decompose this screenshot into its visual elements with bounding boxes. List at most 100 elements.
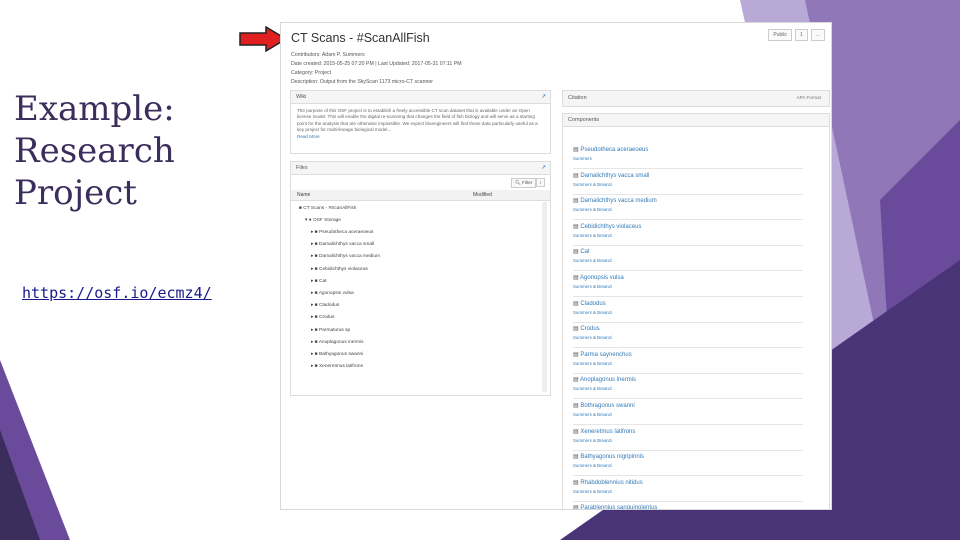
component-contributors[interactable]: Summers & Breanzi: [573, 361, 612, 366]
osf-link[interactable]: https://osf.io/ecmz4/: [22, 284, 212, 302]
component-name[interactable]: ▤ Damalichthys vacca medium: [573, 197, 657, 204]
read-more-link[interactable]: Read More: [297, 134, 544, 140]
component-item[interactable]: ▤ Cat Summers & Breanzi: [573, 246, 803, 272]
component-contributors[interactable]: Summers & Breanzi: [573, 386, 612, 391]
folder-row[interactable]: ▸ ■ Crodus: [311, 315, 334, 320]
info-icon[interactable]: i: [536, 178, 546, 187]
component-contributors[interactable]: Summers & Breanzi: [573, 335, 612, 340]
folder-row[interactable]: ▸ ■ Cebidichthys violaceus: [311, 267, 368, 272]
component-item[interactable]: ▤ Pseudotheca aceraeoeus Summers: [573, 144, 803, 169]
component-contributors[interactable]: Summers & Breanzi: [573, 233, 612, 238]
component-name[interactable]: ▤ Xeneretmus latifrons: [573, 428, 635, 435]
component-title: Rhabdoblennius nitidus: [580, 479, 643, 486]
component-contributors[interactable]: Summers & Breanzi: [573, 182, 612, 187]
component-name[interactable]: ▤ Cladodus: [573, 300, 606, 307]
folder-row[interactable]: ▸ ■ Damalichthys vacca small: [311, 242, 374, 247]
files-header: Files ↗: [291, 162, 550, 175]
component-contributors[interactable]: Summers & Breanzi: [573, 438, 612, 443]
component-name[interactable]: ▤ Anoplagonus inermis: [573, 376, 636, 383]
component-item[interactable]: ▤ Cladodus Summers & Breanzi: [573, 298, 803, 323]
component-item[interactable]: ▤ Damalichthys vacca medium Summers & Bre…: [573, 195, 803, 221]
component-name[interactable]: ▤ Bathyagonus nigripinnis: [573, 453, 644, 460]
folder-icon: ▸ ■: [311, 315, 319, 321]
component-name[interactable]: ▤ Cat: [573, 248, 590, 255]
component-name[interactable]: ▤ Crodus: [573, 325, 600, 332]
project-icon: ▤: [573, 377, 581, 384]
folder-name: Xeneretmus latifrons: [318, 364, 363, 370]
component-contributors[interactable]: Summers & Breanzi: [573, 207, 612, 212]
component-contributors[interactable]: Summers & Breanzi: [573, 463, 612, 468]
folder-row[interactable]: ▸ ■ Anoplagonus inermis: [311, 340, 364, 345]
component-item[interactable]: ▤ Agonopsis vulsa Summers & Breanzi: [573, 272, 803, 297]
external-link-icon[interactable]: ↗: [541, 91, 546, 103]
component-name[interactable]: ▤ Agonopsis vulsa: [573, 274, 624, 281]
component-item[interactable]: ▤ Parablennius sanguinolentus: [573, 502, 803, 509]
files-panel: Files ↗ 🔍︎ Filter i Name Modified ■ CT S…: [290, 161, 551, 396]
fork-button[interactable]: 1: [795, 29, 808, 41]
folder-row[interactable]: ▸ ■ Bathyagonus swanni: [311, 352, 363, 357]
citation-style[interactable]: APA Format: [797, 95, 821, 100]
component-contributors[interactable]: Summers & Breanzi: [573, 412, 612, 417]
component-title: Pseudotheca aceraeoeus: [580, 147, 649, 153]
component-name[interactable]: ▤ Damalichthys vacca small: [573, 172, 649, 179]
folder-row[interactable]: ▸ ■ Cladodus: [311, 303, 339, 308]
name-column[interactable]: Name: [297, 192, 310, 198]
folder-name: Anoplagonus inermis: [318, 339, 364, 345]
folder-icon: ▸ ■: [311, 352, 319, 357]
component-title: Cebidichthys violaceus: [580, 223, 642, 230]
component-name[interactable]: ▤ Rhabdoblennius nitidus: [573, 479, 643, 486]
component-item[interactable]: ▤ Xeneretmus latifrons Summers & Breanzi: [573, 426, 803, 451]
component-contributors[interactable]: Summers & Breanzi: [573, 310, 612, 315]
component-title: Parma saynenchus: [580, 351, 632, 358]
component-contributors[interactable]: Summers: [573, 156, 592, 161]
files-scrollbar[interactable]: [542, 202, 547, 392]
meta-description: Description: Output from the SkyScan 117…: [291, 79, 433, 85]
external-link-icon[interactable]: ↗: [541, 162, 546, 174]
components-header: Components: [563, 114, 829, 127]
component-contributors[interactable]: Summers & Breanzi: [573, 284, 612, 289]
citation-heading: Citation: [568, 95, 587, 101]
files-column-header: Name Modified: [291, 190, 550, 201]
files-root-row[interactable]: ■ CT Scans - #ScanAllFish: [299, 206, 356, 211]
component-name[interactable]: ▤ Parablennius sanguinolentus: [573, 504, 657, 509]
folder-row[interactable]: ▸ ■ Agonopsis vulsa: [311, 291, 354, 296]
component-name[interactable]: ▤ Pseudotheca aceraeoeus: [573, 146, 648, 153]
component-item[interactable]: ▤ Damalichthys vacca small Summers & Brea…: [573, 170, 803, 195]
folder-row[interactable]: ▸ ■ Xeneretmus latifrons: [311, 364, 363, 369]
folder-row[interactable]: ▸ ■ Pseudotheca aceraeoeus: [311, 230, 373, 235]
component-item[interactable]: ▤ Parma saynenchus Summers & Breanzi: [573, 349, 803, 374]
wiki-body: The purpose of this OSF project is to es…: [291, 104, 550, 144]
folder-row[interactable]: ▸ ■ Parmaturus sp: [311, 328, 350, 333]
project-icon: ▤: [573, 275, 581, 281]
component-item[interactable]: ▤ Rhabdoblennius nitidus Summers & Breanz…: [573, 477, 803, 502]
meta-dates: Date created: 2015-05-25 07:20 PM | Last…: [291, 61, 462, 67]
component-contributors[interactable]: Summers & Breanzi: [573, 258, 612, 263]
folder-icon: ▸ ■: [311, 254, 319, 260]
storage-row[interactable]: ▾ ● OSF Storage: [305, 218, 341, 223]
component-item[interactable]: ▤ Cebidichthys violaceus Summers & Breanz…: [573, 221, 803, 246]
folder-name: Crodus: [318, 315, 335, 321]
component-name[interactable]: ▤ Parma saynenchus: [573, 351, 632, 358]
folder-name: Parmaturus sp: [318, 327, 351, 333]
component-title: Cladodus: [580, 300, 606, 307]
folder-icon: ▸ ■: [311, 339, 319, 345]
component-title: Crodus: [580, 326, 600, 333]
filter-button[interactable]: 🔍︎ Filter: [511, 178, 537, 188]
public-button[interactable]: Public: [768, 29, 793, 41]
component-name[interactable]: ▤ Bothragonus swanni: [573, 402, 635, 409]
folder-name: Cat: [318, 278, 327, 284]
component-item[interactable]: ▤ Bothragonus swanni Summers & Breanzi: [573, 400, 803, 425]
component-name[interactable]: ▤ Cebidichthys violaceus: [573, 223, 641, 230]
component-item[interactable]: ▤ Bathyagonus nigripinnis Summers & Brean…: [573, 451, 803, 477]
component-title: Cat: [580, 249, 590, 256]
component-item[interactable]: ▤ Crodus Summers & Breanzi: [573, 323, 803, 349]
component-item[interactable]: ▤ Anoplagonus inermis Summers & Breanzi: [573, 374, 803, 400]
wiki-header: Wiki ↗: [291, 91, 550, 104]
modified-column[interactable]: Modified: [473, 192, 492, 198]
component-title: Bothragonus swanni: [580, 403, 635, 409]
citation-panel[interactable]: Citation APA Format: [562, 90, 830, 107]
component-contributors[interactable]: Summers & Breanzi: [573, 489, 612, 494]
more-button[interactable]: ...: [810, 29, 825, 41]
folder-row[interactable]: ▸ ■ Cat: [311, 279, 326, 284]
folder-row[interactable]: ▸ ■ Damalichthys vacca medium: [311, 254, 380, 259]
